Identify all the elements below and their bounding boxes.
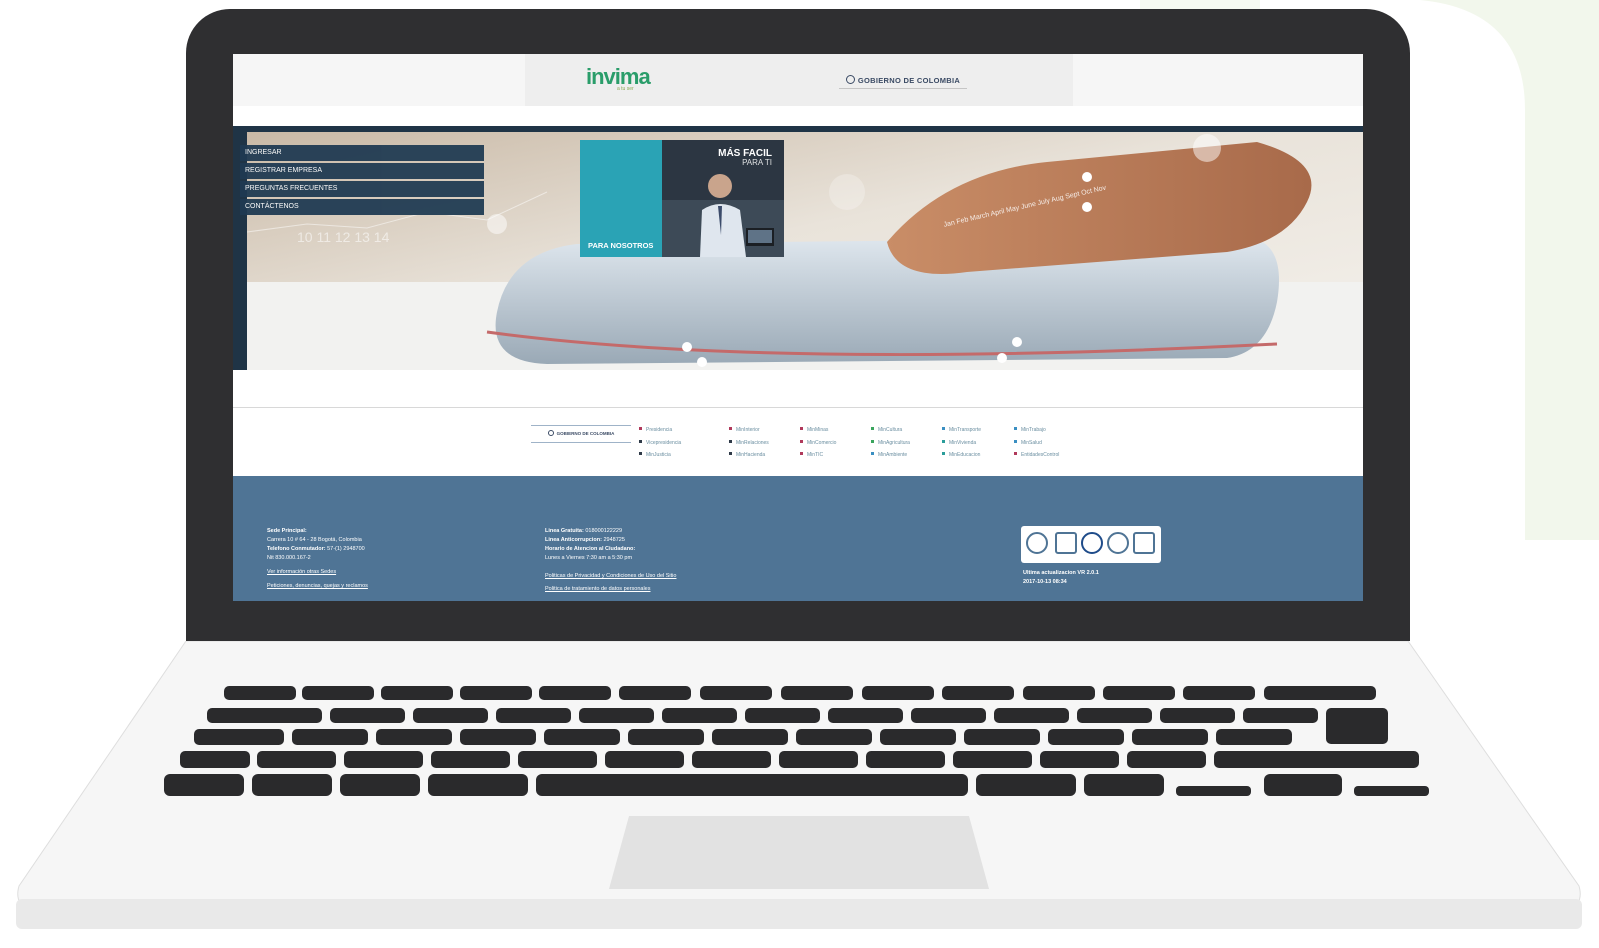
certification-seal-icon [1055, 532, 1077, 554]
footer-link-pqr[interactable]: Peticiones, denuncias, quejas y reclamos [267, 582, 368, 591]
footer-contact-col: Sede Principal: Carrera 10 # 64 - 28 Bog… [267, 527, 368, 591]
bullet-icon [729, 427, 732, 430]
gov-link-minsalud[interactable]: MinSalud [1014, 437, 1059, 450]
gov-link-mintrabajo[interactable]: MinTrabajo [1014, 424, 1059, 437]
bullet-icon [800, 439, 803, 443]
promo-caption: PARA NOSOTROS [588, 241, 654, 250]
menu-preguntas-frecuentes[interactable]: PREGUNTAS FRECUENTES [240, 181, 484, 197]
bullet-icon [800, 452, 803, 455]
footer-phone: Telefono Conmutador: 57-(1) 2948700 [267, 546, 365, 552]
bullet-icon [729, 452, 732, 455]
menu-ingresar[interactable]: INGRESAR [240, 145, 484, 161]
gov-link-mincomercio[interactable]: MinComercio [800, 437, 836, 450]
gov-link-mininterior[interactable]: MinInterior [729, 424, 769, 437]
gov-link-minambiente[interactable]: MinAmbiente [871, 449, 910, 462]
site-header: invima a tu ser GOBIERNO DE COLOMBIA [233, 54, 1363, 106]
laptop-base [16, 641, 1582, 929]
bullet-icon [871, 427, 874, 430]
gov-links-badge[interactable]: GOBIERNO DE COLOMBIA [531, 425, 631, 443]
bullet-icon [639, 452, 642, 455]
menu-contactenos[interactable]: CONTÁCTENOS [240, 199, 484, 215]
bullet-icon [1014, 452, 1017, 455]
menu-registrar-empresa[interactable]: REGISTRAR EMPRESA [240, 163, 484, 179]
certification-seal-icon [1081, 532, 1103, 554]
bullet-icon [800, 427, 803, 430]
certification-seal-icon [1133, 532, 1155, 554]
footer-horario: Lunes a Viernes 7:30 am a 5:30 pm [545, 555, 633, 561]
gov-link-minrelaciones[interactable]: MinRelaciones [729, 437, 769, 450]
gov-link-entidadescontrol[interactable]: EntidadesControl [1014, 449, 1059, 462]
svg-text:10 11 12 13 14: 10 11 12 13 14 [297, 229, 390, 245]
footer-link-privacidad[interactable]: Politicas de Privacidad y Condiciones de… [545, 572, 676, 581]
gov-links-col-4: MinCultura MinAgricultura MinAmbiente [871, 424, 910, 462]
gov-colombia-badge[interactable]: GOBIERNO DE COLOMBIA [839, 74, 967, 89]
certification-seal-icon [1107, 532, 1129, 554]
promo-banner[interactable]: MÁS FACIL PARA TI PARA NOSOTROS [580, 140, 784, 257]
footer-linea-gratuita: Linea Gratuita: 018000122229 [545, 528, 623, 534]
promo-subtitle: PARA TI [742, 158, 772, 167]
bullet-icon [942, 452, 945, 455]
footer-address: Carrera 10 # 64 - 28 Bogotá, Colombia [267, 537, 362, 543]
footer-update-col: Ultima actualizacion VR 2.0.1 2017-10-13… [1023, 569, 1099, 587]
gov-links-col-3: MinMinas MinComercio MinTIC [800, 424, 836, 462]
footer-link-datos[interactable]: Politica de tratamiento de datos persona… [545, 585, 676, 594]
gov-link-minminas[interactable]: MinMinas [800, 424, 836, 437]
footer-nit: Nit 830.000.167-2 [267, 555, 311, 561]
side-menu: INGRESAR REGISTRAR EMPRESA PREGUNTAS FRE… [240, 145, 484, 217]
bullet-icon [729, 439, 732, 443]
browser-screen: invima a tu ser GOBIERNO DE COLOMBIA 10 … [233, 54, 1363, 601]
gov-links-col-5: MinTransporte MinVivienda MinEducacion [942, 424, 981, 462]
certification-seal-icon [1026, 532, 1048, 554]
gov-seal-icon [845, 75, 855, 84]
gov-link-minjusticia[interactable]: MinJusticia [639, 449, 681, 462]
gov-links-col-2: MinInterior MinRelaciones MinHacienda [729, 424, 769, 462]
footer-link-sedes[interactable]: Ver información otras Sedes [267, 568, 368, 577]
gov-link-vicepresidencia[interactable]: Vicepresidencia [639, 437, 681, 450]
gov-links-band: GOBIERNO DE COLOMBIA Presidencia Vicepre… [233, 407, 1363, 476]
footer-lines-col: Linea Gratuita: 018000122229 Linea Antic… [545, 527, 676, 594]
bullet-icon [1014, 427, 1017, 430]
gov-link-minvivienda[interactable]: MinVivienda [942, 437, 981, 450]
footer-update-label: Ultima actualizacion VR 2.0.1 [1023, 570, 1099, 576]
certifications-box [1021, 526, 1161, 563]
footer-update-date: 2017-10-13 08:34 [1023, 579, 1067, 585]
footer-horario-label: Horario de Atencion al Ciudadano: [545, 546, 636, 552]
bullet-icon [871, 452, 874, 455]
promo-teal-panel [580, 140, 662, 257]
bullet-icon [871, 439, 874, 443]
gov-link-minhacienda[interactable]: MinHacienda [729, 449, 769, 462]
hero-banner: 10 11 12 13 14 Jan Feb March April May J… [233, 126, 1363, 370]
bullet-icon [942, 427, 945, 430]
gov-link-minagricultura[interactable]: MinAgricultura [871, 437, 910, 450]
trackpad[interactable] [609, 816, 989, 889]
gov-link-mincultura[interactable]: MinCultura [871, 424, 910, 437]
gov-links-badge-label: GOBIERNO DE COLOMBIA [556, 431, 615, 436]
logo-subtext: a tu ser [617, 86, 634, 92]
footer-sede-label: Sede Principal: [267, 528, 307, 534]
bullet-icon [1014, 439, 1017, 443]
footer-linea-anticorrupcion: Linea Anticorrupcion: 2948725 [545, 537, 625, 543]
gov-links-col-6: MinTrabajo MinSalud EntidadesControl [1014, 424, 1059, 462]
gov-label: GOBIERNO DE COLOMBIA [857, 76, 961, 85]
gov-seal-icon [547, 430, 554, 436]
gov-link-presidencia[interactable]: Presidencia [639, 424, 681, 437]
gov-link-mintic[interactable]: MinTIC [800, 449, 836, 462]
gov-links-col-1: Presidencia Vicepresidencia MinJusticia [639, 424, 681, 462]
bullet-icon [942, 439, 945, 443]
site-footer: Sede Principal: Carrera 10 # 64 - 28 Bog… [233, 476, 1363, 601]
bullet-icon [639, 439, 642, 443]
gov-link-mintransporte[interactable]: MinTransporte [942, 424, 981, 437]
gov-link-mineducacion[interactable]: MinEducacion [942, 449, 981, 462]
bullet-icon [639, 427, 642, 430]
